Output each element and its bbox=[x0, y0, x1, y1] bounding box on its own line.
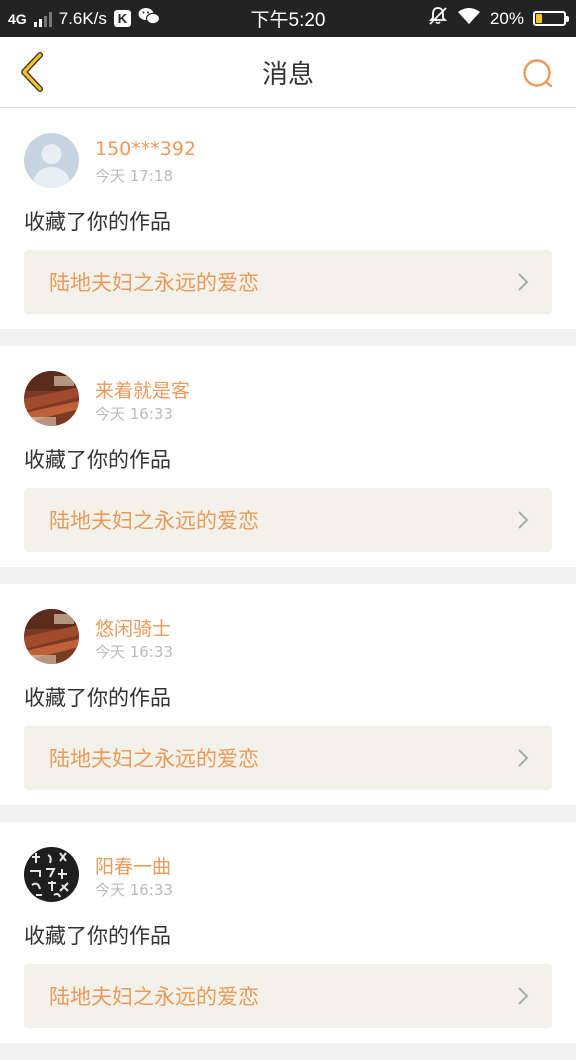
work-link[interactable]: 陆地夫妇之永远的爱恋 bbox=[24, 488, 552, 552]
username[interactable]: 150***392 bbox=[95, 138, 196, 160]
action-text: 收藏了你的作品 bbox=[24, 210, 171, 234]
message-card: 悠闲骑士 今天 16:33 收藏了你的作品 陆地夫妇之永远的爱恋 bbox=[0, 584, 576, 805]
work-link[interactable]: 陆地夫妇之永远的爱恋 bbox=[24, 250, 552, 314]
message-list: 150***392 今天 17:18 收藏了你的作品 陆地夫妇之永远的爱恋 来着… bbox=[0, 108, 576, 1060]
default-avatar-icon bbox=[24, 133, 79, 188]
library-photo-avatar-icon bbox=[24, 371, 79, 426]
chevron-right-icon bbox=[518, 987, 529, 1005]
work-title: 陆地夫妇之永远的爱恋 bbox=[49, 509, 259, 533]
status-bar: 4G 7.6K/s K 下午5:20 20% bbox=[0, 0, 576, 37]
nav-bar: 消息 bbox=[0, 37, 576, 108]
search-icon bbox=[523, 59, 553, 88]
work-title: 陆地夫妇之永远的爱恋 bbox=[49, 985, 259, 1009]
user-avatar[interactable] bbox=[24, 133, 79, 188]
back-button[interactable] bbox=[12, 52, 52, 92]
user-avatar[interactable] bbox=[24, 609, 79, 664]
library-photo-avatar-icon bbox=[24, 609, 79, 664]
battery-level-fill bbox=[536, 14, 542, 23]
chevron-right-icon bbox=[518, 273, 529, 291]
username[interactable]: 阳春一曲 bbox=[95, 852, 171, 879]
message-time: 今天 16:33 bbox=[95, 881, 173, 899]
action-text: 收藏了你的作品 bbox=[24, 686, 171, 710]
message-time: 今天 16:33 bbox=[95, 643, 173, 661]
chevron-right-icon bbox=[518, 511, 529, 529]
alarm-off-icon bbox=[428, 6, 448, 31]
work-title: 陆地夫妇之永远的爱恋 bbox=[49, 747, 259, 771]
message-time: 今天 17:18 bbox=[95, 167, 173, 185]
message-card: 阳春一曲 今天 16:33 收藏了你的作品 陆地夫妇之永远的爱恋 bbox=[0, 822, 576, 1043]
battery-percent: 20% bbox=[489, 8, 524, 28]
message-time: 今天 16:33 bbox=[95, 405, 173, 423]
action-text: 收藏了你的作品 bbox=[24, 924, 171, 948]
wifi-icon bbox=[457, 7, 481, 30]
chevron-right-icon bbox=[518, 749, 529, 767]
username[interactable]: 悠闲骑士 bbox=[95, 614, 171, 641]
message-card: 150***392 今天 17:18 收藏了你的作品 陆地夫妇之永远的爱恋 bbox=[0, 108, 576, 329]
username[interactable]: 来着就是客 bbox=[95, 376, 190, 403]
calligraphy-avatar-icon bbox=[24, 847, 79, 902]
message-card: 来着就是客 今天 16:33 收藏了你的作品 陆地夫妇之永远的爱恋 bbox=[0, 346, 576, 567]
back-arrow-icon bbox=[21, 52, 43, 92]
work-title: 陆地夫妇之永远的爱恋 bbox=[49, 271, 259, 295]
user-avatar[interactable] bbox=[24, 847, 79, 902]
work-link[interactable]: 陆地夫妇之永远的爱恋 bbox=[24, 964, 552, 1028]
search-button[interactable] bbox=[518, 54, 558, 94]
battery-icon bbox=[533, 11, 569, 26]
user-avatar[interactable] bbox=[24, 371, 79, 426]
page-title: 消息 bbox=[261, 60, 314, 90]
work-link[interactable]: 陆地夫妇之永远的爱恋 bbox=[24, 726, 552, 790]
action-text: 收藏了你的作品 bbox=[24, 448, 171, 472]
status-right: 20% bbox=[428, 0, 569, 37]
